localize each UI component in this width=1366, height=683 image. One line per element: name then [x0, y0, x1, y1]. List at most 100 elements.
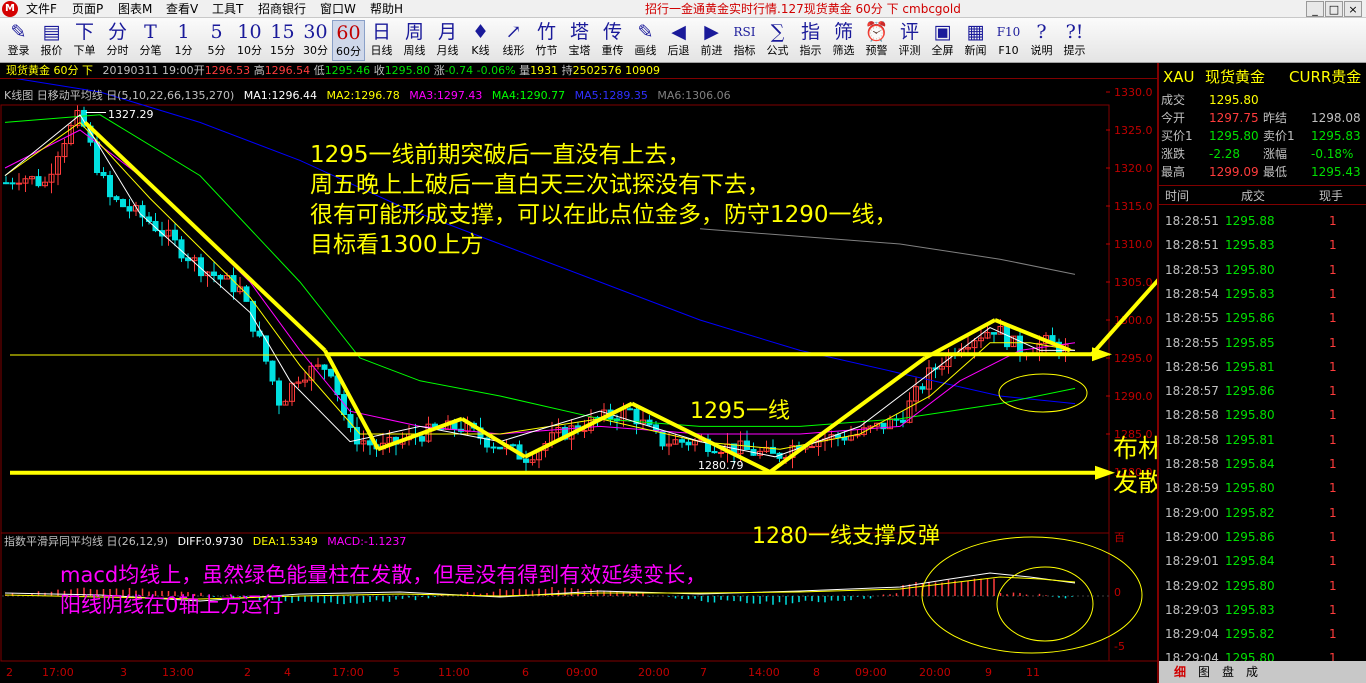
tick-row: 18:28:53 1295.80 1 [1159, 258, 1366, 282]
tick-label: 分笔 [139, 44, 162, 57]
toolbar-filter-button[interactable]: 筛筛选 [827, 20, 860, 61]
candle-body [685, 441, 692, 446]
toolbar-5min-button[interactable]: 5 5分 [200, 20, 233, 61]
toolbar-fullscreen-button[interactable]: ▣ 全屏 [926, 20, 959, 61]
tab-detail[interactable]: 细 [1169, 663, 1191, 681]
trend-arrow-segment [323, 349, 380, 451]
macd-note-line-2: 阳线阴线在0轴上方运行 [60, 593, 284, 617]
quote-label: 最高 [1161, 165, 1186, 179]
toolbar-alert-button[interactable]: ⏰ 预警 [860, 20, 893, 61]
toolbar-quote-button[interactable]: ▤ 报价 [35, 20, 68, 61]
toolbar-signal-button[interactable]: 指指示 [794, 20, 827, 61]
close-button[interactable]: × [1344, 1, 1362, 17]
candle-body [991, 332, 997, 335]
quote-label: 买价1 [1161, 129, 1193, 143]
ma-legend: K线图 日移动平均线 日(5,10,22,66,135,270) MA1:129… [0, 88, 1110, 104]
panel-tabs: 细 图 盘 成 [1159, 661, 1366, 683]
candle-body [679, 439, 685, 443]
close-label: 收 [373, 64, 385, 77]
minimize-button[interactable]: _ [1306, 1, 1324, 17]
toolbar-drawline-button[interactable]: ✎ 画线 [629, 20, 662, 61]
5min-icon: 5 [210, 21, 223, 43]
open-label: 开 [193, 64, 205, 77]
close-value: 1295.80 [384, 64, 431, 77]
maximize-button[interactable]: □ [1325, 1, 1343, 17]
tick-time: 18:28:56 [1165, 359, 1219, 374]
candle-body [321, 364, 328, 370]
ma5-value: MA5:1289.35 [574, 89, 648, 102]
toolbar-kline-button[interactable]: ♦ K线 [464, 20, 497, 61]
candle-body [328, 368, 334, 377]
toolbar-news-button[interactable]: ▦ 新闻 [959, 20, 992, 61]
toolbar-indicator-button[interactable]: RSI 指标 [728, 20, 761, 61]
toolbar-reload-button[interactable]: 传重传 [596, 20, 629, 61]
toolbar-manual-button[interactable]: ? 说明 [1025, 20, 1058, 61]
reload-icon: 传 [602, 21, 622, 43]
candle-body [113, 196, 120, 201]
toolbar-1min-button[interactable]: 1 1分 [167, 20, 200, 61]
lineshape-icon: ↗ [505, 21, 522, 43]
toolbar-timeshare-button[interactable]: 分分时 [101, 20, 134, 61]
candle-body [126, 206, 133, 212]
toolbar-tick-button[interactable]: T 分笔 [134, 20, 167, 61]
toolbar-30min-button[interactable]: 30 30分 [299, 20, 332, 61]
time-axis-label: 13:00 [162, 666, 194, 679]
menu-page[interactable]: 页面P [72, 1, 103, 17]
candle-body [107, 175, 113, 198]
macd-dea: DEA:1.5349 [252, 535, 318, 548]
menu-cmb[interactable]: 招商银行 [258, 1, 306, 17]
menu-tools[interactable]: 工具T [212, 1, 243, 17]
15min-label: 15分 [270, 44, 295, 57]
pos-label: 持 [561, 64, 573, 77]
toolbar-evaluate-button[interactable]: 评评测 [893, 20, 926, 61]
price-axis-label: 1310.0 [1114, 238, 1153, 251]
toolbar-60min-button[interactable]: 60 60分 [332, 20, 365, 61]
menu-window[interactable]: 窗口W [320, 1, 356, 17]
tick-volume: 1 [1329, 627, 1337, 642]
menu-help[interactable]: 帮助H [370, 1, 403, 17]
toolbar-login-button[interactable]: ✎ 登录 [2, 20, 35, 61]
quote-row: 成交 1295.80 [1159, 93, 1366, 108]
quote-value: -0.18% [1311, 147, 1354, 161]
quote-row: 买价1 1295.80 卖价1 1295.83 [1159, 129, 1366, 144]
time-axis-label: 2 [6, 666, 13, 679]
macd-axis-label: 0 [1114, 586, 1121, 599]
high-value: 1296.54 [264, 64, 311, 77]
toolbar-formula-button[interactable]: ∑ 公式 [761, 20, 794, 61]
menu-file[interactable]: 文件F [26, 1, 57, 17]
toolbar-tips-button[interactable]: ?! 提示 [1058, 20, 1091, 61]
candle-body [1017, 335, 1023, 356]
quote-value: 1295.83 [1311, 129, 1361, 143]
time-axis-label: 17:00 [332, 666, 364, 679]
vol-value: 1931 [530, 64, 559, 77]
bollinger-ellipse [998, 373, 1088, 413]
toolbar-lineshape-button[interactable]: ↗ 线形 [497, 20, 530, 61]
tab-chart[interactable]: 图 [1193, 663, 1215, 681]
toolbar-order-button[interactable]: 下下单 [68, 20, 101, 61]
tab-book[interactable]: 盘 [1217, 663, 1239, 681]
macd-value: MACD:-1.1237 [327, 535, 407, 548]
toolbar-tower-button[interactable]: 塔宝塔 [563, 20, 596, 61]
menu-view[interactable]: 查看V [166, 1, 198, 17]
order-label: 下单 [73, 44, 96, 57]
menu-chart[interactable]: 图表M [118, 1, 152, 17]
tick-volume: 1 [1329, 481, 1337, 496]
price-axis-label: 1295.0 [1114, 352, 1153, 365]
toolbar-forward-button[interactable]: ▶ 前进 [695, 20, 728, 61]
toolbar-monthly-button[interactable]: 月月线 [431, 20, 464, 61]
tab-trades[interactable]: 成 [1241, 663, 1263, 681]
ticks-header-volume: 现手 [1319, 189, 1344, 203]
toolbar-weekly-button[interactable]: 周周线 [398, 20, 431, 61]
indicator-label: 指标 [733, 44, 756, 57]
tick-time: 18:29:01 [1165, 554, 1219, 569]
toolbar-10min-button[interactable]: 10 10分 [233, 20, 266, 61]
toolbar-bamboo-button[interactable]: 竹竹节 [530, 20, 563, 61]
weekly-icon: 周 [404, 21, 424, 43]
15min-icon: 15 [270, 21, 295, 43]
toolbar-15min-button[interactable]: 15 15分 [266, 20, 299, 61]
candle-body [809, 446, 815, 449]
toolbar-f10-button[interactable]: F10 F10 [992, 20, 1025, 61]
toolbar-back-button[interactable]: ◀ 后退 [662, 20, 695, 61]
toolbar-daily-button[interactable]: 日日线 [365, 20, 398, 61]
title-bar: M 文件F 页面P 图表M 查看V 工具T 招商银行 窗口W 帮助H 招行一金通… [0, 0, 1366, 18]
